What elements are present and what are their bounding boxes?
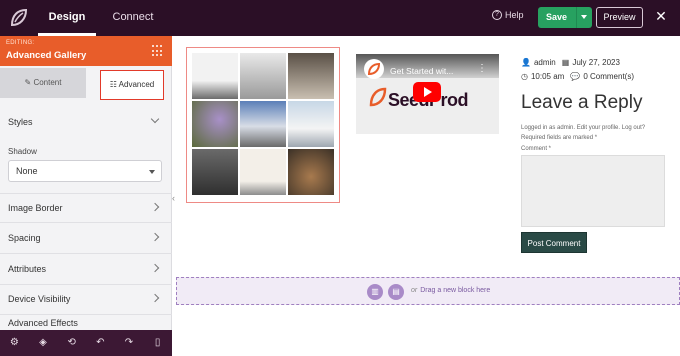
gallery-image[interactable] [288,53,334,99]
post-comment-button[interactable]: Post Comment [521,232,587,253]
user-icon: 👤 [521,57,531,67]
required-fields-text: Required fields are marked * [521,135,598,141]
block-dropzone[interactable]: ▥ ▤ or Drag a new block here [176,277,680,305]
section-attributes-label: Attributes [8,264,47,274]
play-button-icon[interactable] [413,82,441,102]
seedprod-leaf-icon [369,87,387,107]
section-spacing-label: Spacing [8,233,41,243]
tab-content[interactable]: ✎ Content [0,68,86,98]
mobile-preview-icon[interactable]: ▯ [152,337,164,349]
dropzone-text: or Drag a new block here [411,287,490,294]
gallery-image[interactable] [288,149,334,195]
gallery-image[interactable] [240,149,286,195]
chevron-down-icon [150,114,160,124]
chevron-right-icon [150,263,160,273]
layers-icon[interactable]: ◈ [37,337,49,349]
logged-in-text: Logged in as admin. Edit your profile. L… [521,125,646,131]
post-comment-count[interactable]: 0 Comment(s) [583,72,634,81]
undo-icon[interactable]: ↶ [94,337,106,349]
leave-reply-heading: Leave a Reply [521,92,643,113]
gallery-image[interactable] [240,101,286,147]
comment-icon: 💬 [570,71,581,81]
section-advanced-effects-label: Advanced Effects [8,318,78,328]
shadow-select[interactable]: None [8,160,162,182]
editing-block-title: Advanced Gallery [6,50,87,61]
video-embed[interactable]: Get Started wit... ⋮ SeedProd [356,54,499,134]
top-bar: Design Connect ? Help Save Preview ✕ [0,0,680,36]
save-button[interactable]: Save [538,7,592,28]
shadow-label: Shadow [8,147,37,156]
gallery-image[interactable] [192,149,238,195]
section-spacing[interactable]: Spacing [0,224,172,254]
chevron-right-icon [150,232,160,242]
section-advanced-effects[interactable]: Advanced Effects [0,316,172,330]
help-label: Help [505,10,524,20]
preview-button[interactable]: Preview [596,7,643,28]
clock-icon: ◷ [521,71,528,81]
caret-down-icon [149,170,155,174]
columns-icon[interactable]: ▥ [367,284,383,300]
block-icon[interactable]: ▤ [388,284,404,300]
calendar-icon: ▦ [561,57,570,67]
section-attributes[interactable]: Attributes [0,255,172,285]
gallery-image[interactable] [288,101,334,147]
comment-label: Comment * [521,146,552,152]
advanced-gallery-block[interactable] [186,47,340,203]
section-styles[interactable]: Styles [0,108,172,138]
settings-icon[interactable]: ⚙ [8,337,20,349]
tab-advanced-label: Advanced [118,80,155,89]
block-grid-icon[interactable] [152,45,164,57]
save-label: Save [546,12,568,22]
section-device-visibility-label: Device Visibility [8,294,71,304]
history-icon[interactable]: ⟲ [66,337,78,349]
section-styles-label: Styles [8,117,33,127]
editing-label: EDITING: [6,40,35,46]
tab-design[interactable]: Design [38,0,96,36]
shadow-select-value: None [16,166,38,176]
save-options-caret-icon[interactable] [581,15,587,19]
gallery-grid [192,53,334,195]
tab-content-label: Content [33,78,62,87]
section-image-border[interactable]: Image Border [0,193,172,223]
dropzone-or: or [411,287,418,294]
video-title: Get Started wit... [390,66,454,76]
dropzone-drag-text: Drag a new block here [420,287,491,294]
chevron-right-icon [150,293,160,303]
more-vertical-icon[interactable]: ⋮ [477,64,487,74]
tab-advanced[interactable]: ☷ Advanced [100,70,164,100]
help-icon: ? [492,10,502,20]
editing-header: EDITING: Advanced Gallery [0,36,172,66]
post-author[interactable]: admin [534,58,556,67]
seedprod-logo-icon[interactable] [8,7,30,29]
sidebar: EDITING: Advanced Gallery ✎ Content ☷ Ad… [0,36,172,330]
gallery-image[interactable] [192,101,238,147]
comment-textarea[interactable] [521,155,665,227]
save-divider [576,7,577,28]
section-image-border-label: Image Border [8,203,63,213]
post-date: July 27, 2023 [572,57,620,67]
gallery-image[interactable] [240,53,286,99]
bottom-toolbar: ⚙ ◈ ⟲ ↶ ↷ ▯ [0,330,172,356]
seedprod-channel-icon [364,59,384,79]
post-meta: 👤 admin ▦ July 27, 2023 ◷ 10:05 am 💬 0 C… [521,55,634,83]
tab-connect[interactable]: Connect [110,0,156,36]
sidebar-collapse-chevron-icon[interactable]: ‹ [172,190,180,206]
post-time: 10:05 am [530,71,565,81]
chevron-right-icon [150,202,160,212]
section-device-visibility[interactable]: Device Visibility [0,285,172,315]
sliders-icon: ☷ [109,80,119,89]
gallery-image[interactable] [192,53,238,99]
close-icon[interactable]: ✕ [654,9,668,23]
redo-icon[interactable]: ↷ [123,337,135,349]
help-button[interactable]: ? Help [492,10,524,20]
